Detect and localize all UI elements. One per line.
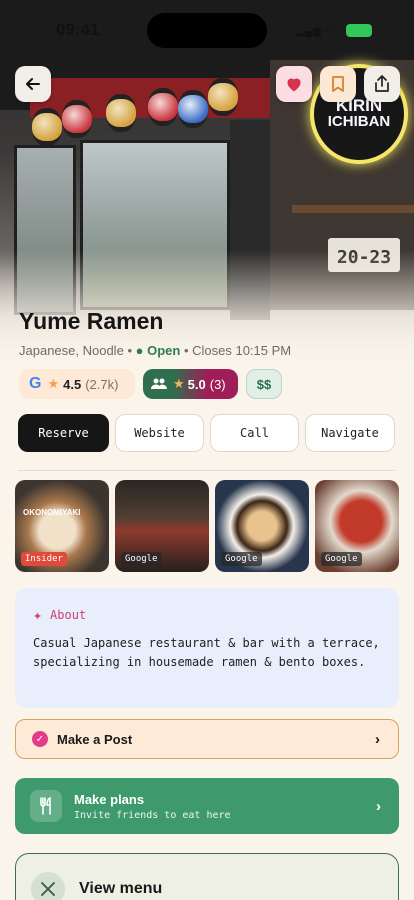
lantern [148,88,178,126]
lantern [106,94,136,132]
chevron-right-icon: › [375,730,380,748]
lantern [62,100,92,138]
google-rating-value: 4.5 [63,376,82,392]
photo-caption: OKONOMIYAKI [23,508,81,517]
about-header: ✦ About [33,606,381,624]
place-name: Yume Ramen [19,308,164,334]
arrow-left-icon [26,78,40,90]
google-rating-chip[interactable]: G ★ 4.5 (2.7k) [19,369,135,399]
utensils-icon [31,872,65,900]
heart-icon [287,78,301,92]
call-button[interactable]: Call [210,414,299,452]
make-plans-subtitle: Invite friends to eat here [74,809,231,821]
photo-source-tag: Insider [21,552,67,566]
lantern [208,78,238,116]
photo-thumbnail[interactable]: Google [315,480,399,572]
lantern [32,108,62,146]
photo-thumbnail[interactable]: Google [215,480,309,572]
share-icon [375,75,389,92]
reserve-button[interactable]: Reserve [18,414,109,452]
community-rating-value: 5.0 [187,376,206,392]
website-button[interactable]: Website [115,414,204,452]
bookmark-icon [332,76,344,92]
make-plans-button[interactable]: Make plans Invite friends to eat here › [15,778,399,834]
cuisine-label: Japanese, Noodle [19,343,124,358]
status-bar: 09:41 ▂▄▆ ◠ [0,0,414,50]
back-button[interactable] [15,66,51,102]
view-menu-label: View menu [79,880,163,897]
community-rating-count: (3) [209,376,226,392]
star-icon: ★ [47,376,60,391]
lantern [178,90,208,128]
chevron-right-icon: › [376,797,381,815]
share-button[interactable] [364,66,400,102]
make-post-label: Make a Post [57,731,133,747]
bookmark-button[interactable] [320,66,356,102]
about-heading: About [50,608,87,622]
make-post-button[interactable]: ✓ Make a Post › [15,719,399,759]
divider [18,470,395,471]
make-plans-title: Make plans [74,791,145,807]
open-status: Open [147,343,181,358]
favorite-button[interactable] [276,66,312,102]
closing-time: Closes 10:15 PM [192,343,292,358]
photo-source-tag: Google [321,552,362,566]
photo-thumbnail[interactable]: OKONOMIYAKI Insider [15,480,109,572]
photo-source-tag: Google [121,552,162,566]
about-text: Casual Japanese restaurant & bar with a … [33,636,380,669]
about-card: ✦ About Casual Japanese restaurant & bar… [15,588,399,708]
dynamic-island [147,13,267,48]
make-plans-text: Make plans Invite friends to eat here [74,792,231,821]
neon-sign-line2: ICHIBAN [327,113,391,130]
place-meta: Japanese, Noodle • ● Open • Closes 10:15… [19,343,291,358]
separator: • [127,343,136,358]
community-rating-chip[interactable]: ★ 5.0 (3) [143,369,238,399]
people-icon [151,378,167,389]
signal-wifi-icon: ▂▄▆ ◠ [296,26,335,37]
photo-thumbnail[interactable]: Google [115,480,209,572]
hero-shelf [292,205,414,213]
google-rating-count: (2.7k) [85,376,119,392]
fork-knife-icon [30,790,62,822]
battery-icon [346,24,372,37]
status-time: 09:41 [56,20,100,39]
sparkle-icon: ✦ [33,606,43,624]
separator: • [183,343,193,358]
navigate-button[interactable]: Navigate [305,414,395,452]
star-icon: ★ [173,376,185,391]
open-dot-icon: ● [135,343,144,358]
google-logo-icon: G [29,375,42,392]
photo-source-tag: Google [221,552,262,566]
view-menu-button[interactable]: View menu [15,853,399,900]
price-level-chip[interactable]: $$ [246,369,282,399]
badge-check-icon: ✓ [32,731,48,747]
